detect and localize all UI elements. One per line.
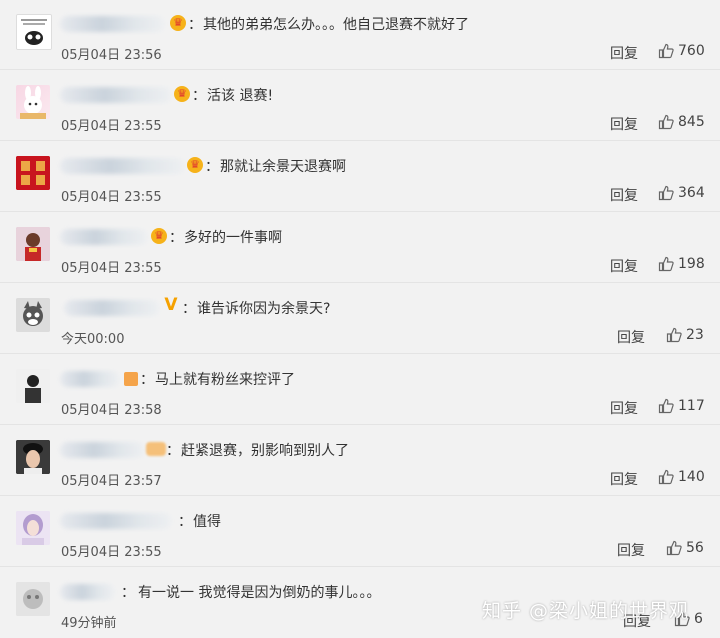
- colon: ：: [169, 230, 183, 246]
- comment-row: V ： 谁告诉你因为余景天? 今天00:00 回复 23: [0, 284, 720, 354]
- avatar[interactable]: [16, 156, 50, 190]
- reply-button[interactable]: 回复: [610, 469, 638, 489]
- comment-row: ♛ ： 多好的一件事啊 05月04日 23:55 回复 198: [0, 213, 720, 283]
- watermark: 知乎 @梁小姐的世界观: [482, 600, 690, 622]
- colon: ：: [178, 514, 192, 530]
- crown-badge-icon: ♛: [187, 157, 203, 173]
- like-button[interactable]: 23: [666, 327, 704, 343]
- username-blurred[interactable]: [60, 229, 148, 245]
- colon: ：: [188, 17, 202, 33]
- comment-time: 05月04日 23:55: [61, 190, 162, 205]
- reply-button[interactable]: 回复: [610, 185, 638, 205]
- reply-button[interactable]: 回复: [617, 327, 645, 347]
- thumbs-up-icon: [658, 469, 674, 485]
- comment-row: ♛ ： 那就让余景天退赛啊 05月04日 23:55 回复 364: [0, 142, 720, 212]
- avatar[interactable]: [16, 298, 50, 332]
- reply-button[interactable]: 回复: [610, 398, 638, 418]
- crown-badge-icon: ♛: [174, 86, 190, 102]
- comment-time: 05月04日 23:58: [61, 403, 162, 418]
- like-button[interactable]: 140: [658, 469, 705, 485]
- avatar[interactable]: [16, 369, 50, 403]
- comment-text: 那就让余景天退赛啊: [220, 159, 346, 175]
- like-count: 6: [694, 611, 703, 627]
- like-count: 845: [678, 114, 705, 130]
- comment-time: 05月04日 23:55: [61, 119, 162, 134]
- username-blurred[interactable]: [60, 513, 172, 529]
- comment-row: ： 值得 05月04日 23:55 回复 56: [0, 497, 720, 567]
- crown-badge-icon: ♛: [170, 15, 186, 31]
- colon: ：: [205, 159, 219, 175]
- avatar[interactable]: [16, 14, 52, 50]
- comment-text: 赶紧退赛，别影响到别人了: [181, 443, 349, 459]
- username-blurred[interactable]: [60, 584, 115, 600]
- avatar[interactable]: [16, 511, 50, 545]
- avatar[interactable]: [16, 582, 50, 616]
- comment-time: 今天00:00: [61, 332, 125, 347]
- like-count: 23: [686, 327, 704, 343]
- comment-text: 活该 退赛!: [207, 88, 274, 104]
- like-count: 760: [678, 43, 705, 59]
- colon: ：: [182, 301, 196, 317]
- comment-time: 05月04日 23:55: [61, 261, 162, 276]
- thumbs-up-icon: [658, 114, 674, 130]
- username-blurred[interactable]: [60, 371, 120, 387]
- comment-text: 其他的弟弟怎么办。。。他自己退赛不就好了: [203, 17, 469, 33]
- comment-text: 多好的一件事啊: [184, 230, 282, 246]
- reply-button[interactable]: 回复: [610, 43, 638, 63]
- like-count: 140: [678, 469, 705, 485]
- comment-time: 05月04日 23:56: [61, 48, 162, 63]
- reply-button[interactable]: 回复: [610, 114, 638, 134]
- colon: ：: [166, 443, 180, 459]
- username-blurred[interactable]: [64, 300, 160, 316]
- comment-row: ： 赶紧退赛，别影响到别人了 05月04日 23:57 回复 140: [0, 426, 720, 496]
- like-button[interactable]: 198: [658, 256, 705, 272]
- thumbs-up-icon: [666, 540, 682, 556]
- reply-button[interactable]: 回复: [610, 256, 638, 276]
- like-button[interactable]: 364: [658, 185, 705, 201]
- thumbs-up-icon: [658, 398, 674, 414]
- comment-text: 马上就有粉丝来控评了: [155, 372, 295, 388]
- username-blurred[interactable]: [60, 16, 165, 32]
- like-count: 198: [678, 256, 705, 272]
- comment-time: 05月04日 23:57: [61, 474, 162, 489]
- reply-button[interactable]: 回复: [617, 540, 645, 560]
- avatar[interactable]: [16, 440, 50, 474]
- comment-row: ： 马上就有粉丝来控评了 05月04日 23:58 回复 117: [0, 355, 720, 425]
- like-count: 56: [686, 540, 704, 556]
- like-count: 117: [678, 398, 705, 414]
- avatar[interactable]: [16, 227, 50, 261]
- username-blurred[interactable]: [60, 442, 145, 458]
- avatar[interactable]: [16, 85, 50, 119]
- like-count: 364: [678, 185, 705, 201]
- level-badge-icon: [124, 372, 138, 386]
- username-blurred[interactable]: [60, 87, 172, 103]
- comment-text: 谁告诉你因为余景天?: [197, 301, 331, 317]
- like-button[interactable]: 760: [658, 43, 705, 59]
- thumbs-up-icon: [658, 43, 674, 59]
- vip-v-icon: V: [164, 295, 178, 315]
- comment-row: ♛ ： 其他的弟弟怎么办。。。他自己退赛不就好了 05月04日 23:56 回复…: [0, 0, 720, 70]
- thumbs-up-icon: [666, 327, 682, 343]
- colon: ：: [192, 88, 206, 104]
- thumbs-up-icon: [658, 185, 674, 201]
- like-button[interactable]: 117: [658, 398, 705, 414]
- colon: ：: [140, 372, 154, 388]
- like-button[interactable]: 56: [666, 540, 704, 556]
- colon: ：: [121, 585, 135, 601]
- comment-text: 值得: [193, 514, 221, 530]
- crown-badge-icon: ♛: [151, 228, 167, 244]
- like-button[interactable]: 845: [658, 114, 705, 130]
- comment-row: ♛ ： 活该 退赛! 05月04日 23:55 回复 845: [0, 71, 720, 141]
- username-blurred[interactable]: [60, 158, 185, 174]
- level-badge-icon: [146, 442, 166, 456]
- comment-text: 有一说一 我觉得是因为倒奶的事儿。。。: [138, 585, 381, 601]
- thumbs-up-icon: [658, 256, 674, 272]
- comment-time: 49分钟前: [61, 616, 117, 631]
- comment-time: 05月04日 23:55: [61, 545, 162, 560]
